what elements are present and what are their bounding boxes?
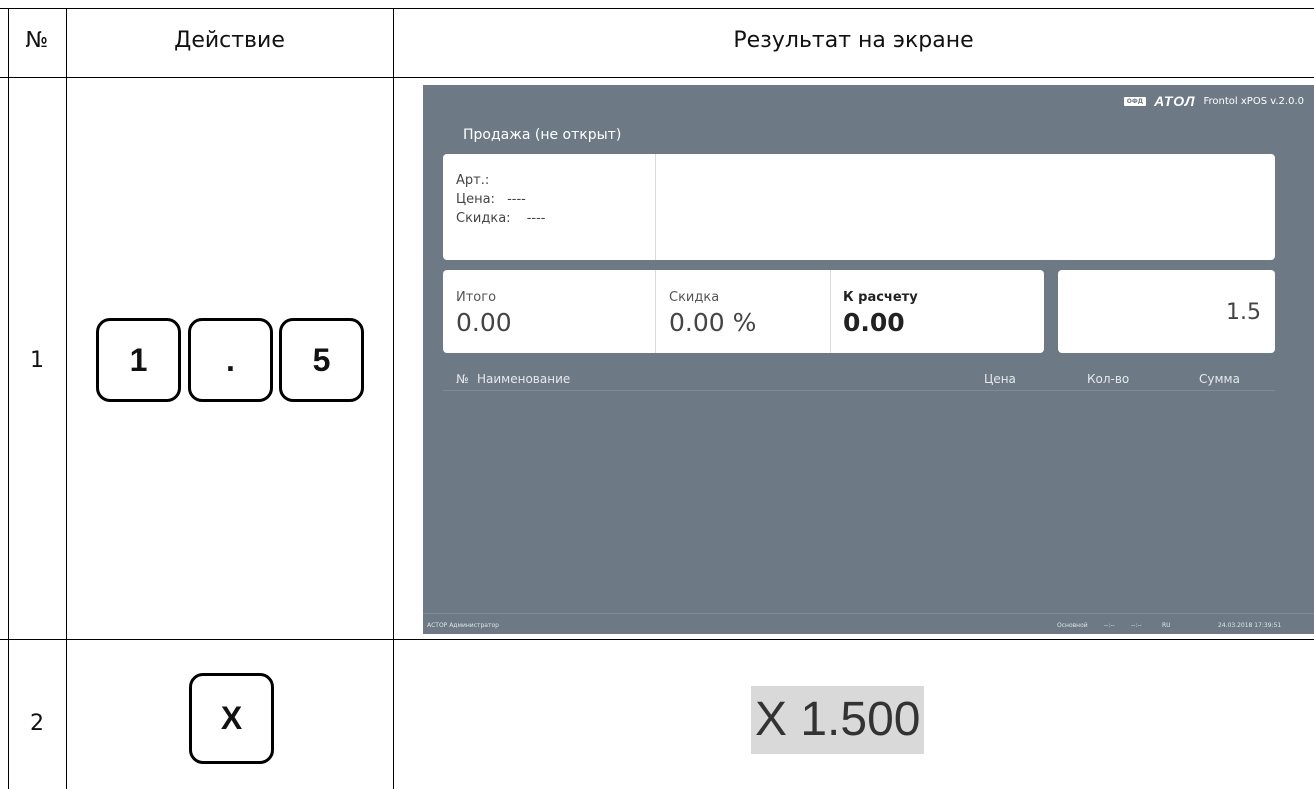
discount-total-label: Скидка bbox=[669, 290, 720, 305]
price-line: Цена: ---- bbox=[456, 192, 526, 207]
status-rule bbox=[423, 613, 1314, 614]
key-5: 5 bbox=[279, 318, 364, 402]
status-time-2: --:-- bbox=[1131, 622, 1142, 629]
due-label: К расчету bbox=[843, 290, 918, 305]
status-datetime: 24.03.2018 17:39:51 bbox=[1218, 622, 1282, 629]
ofd-badge: ОФД bbox=[1123, 96, 1147, 106]
discount-line: Скидка: ---- bbox=[456, 211, 545, 226]
item-info-card: Арт.: Цена: ---- Скидка: ---- bbox=[443, 154, 1275, 260]
column-price: Цена bbox=[984, 372, 1016, 386]
key-x: X bbox=[189, 673, 274, 764]
due-value: 0.00 bbox=[843, 308, 905, 337]
header-no: № bbox=[25, 28, 49, 53]
price-value: ---- bbox=[507, 192, 526, 207]
header-action: Действие bbox=[174, 28, 285, 53]
table-border-left bbox=[8, 8, 9, 789]
sale-mode-title: Продажа (не открыт) bbox=[463, 127, 622, 143]
col-divider-2 bbox=[393, 8, 394, 789]
header-result: Результат на экране bbox=[733, 28, 974, 53]
discount-total-value: 0.00 % bbox=[669, 308, 757, 337]
discount-value: ---- bbox=[526, 211, 546, 226]
pos-screen: ОФД АТОЛ Frontol xPOS v.2.0.0 Продажа (н… bbox=[423, 85, 1314, 634]
aton-logo: АТОЛ bbox=[1154, 93, 1196, 109]
status-profile: Основной bbox=[1057, 622, 1088, 629]
header-divider bbox=[0, 77, 1314, 78]
column-name: Наименование bbox=[477, 372, 571, 386]
table-border-top bbox=[0, 8, 1314, 9]
price-label: Цена: bbox=[456, 192, 495, 207]
column-rule bbox=[443, 390, 1275, 391]
total-value: 0.00 bbox=[456, 308, 512, 337]
status-lang: RU bbox=[1162, 622, 1171, 629]
column-qty: Кол-во bbox=[1087, 372, 1130, 386]
app-version: Frontol xPOS v.2.0.0 bbox=[1203, 95, 1304, 107]
row-divider bbox=[0, 639, 1314, 640]
key-dot: . bbox=[188, 318, 273, 402]
row-1-number: 1 bbox=[30, 348, 44, 373]
totals-card: Итого 0.00 Скидка 0.00 % К расчету 0.00 bbox=[443, 270, 1044, 353]
status-time-1: --:-- bbox=[1104, 622, 1115, 629]
totals-sep-2 bbox=[830, 270, 831, 353]
status-user: АСТОР Администратор bbox=[427, 622, 499, 629]
discount-label: Скидка: bbox=[456, 211, 511, 226]
column-no: № bbox=[456, 372, 469, 386]
total-label: Итого bbox=[456, 290, 497, 305]
col-divider-1 bbox=[66, 8, 67, 789]
result-display: X 1.500 bbox=[751, 686, 925, 754]
key-1: 1 bbox=[96, 318, 181, 402]
column-sum: Сумма bbox=[1199, 372, 1240, 386]
totals-sep-1 bbox=[655, 270, 656, 353]
brand: ОФД АТОЛ Frontol xPOS v.2.0.0 bbox=[1123, 93, 1304, 109]
entry-value: 1.5 bbox=[1226, 300, 1261, 325]
instruction-table: № Действие Результат на экране 1 1 . 5 О… bbox=[0, 0, 1314, 789]
entry-card: 1.5 bbox=[1058, 270, 1275, 353]
info-divider bbox=[655, 154, 656, 260]
row-2-number: 2 bbox=[30, 711, 44, 736]
art-label: Арт.: bbox=[456, 173, 490, 188]
